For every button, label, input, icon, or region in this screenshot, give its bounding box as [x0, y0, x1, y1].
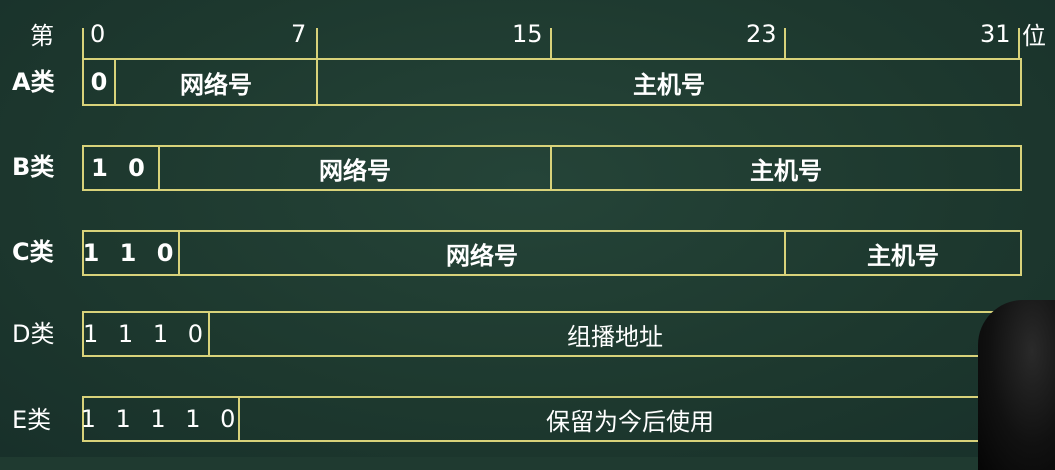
bit-position-23: 23	[746, 20, 777, 48]
class-c-prefix-bits: 1 1 0	[83, 232, 180, 274]
bit-position-31: 31	[980, 20, 1011, 48]
class-d-address-box: 1 1 1 0 组播地址	[82, 311, 1022, 357]
class-a-host-field: 主机号	[633, 70, 705, 99]
bit-position-15: 15	[512, 20, 543, 48]
bit-position-0: 0	[90, 20, 106, 48]
header-right-label: 位	[1022, 22, 1046, 50]
class-a-network-field: 网络号	[116, 60, 318, 104]
class-b-prefix-bits: 1 0	[84, 147, 160, 189]
class-a-prefix-bits: 0	[84, 60, 116, 104]
class-c-host-field: 主机号	[867, 241, 939, 270]
row-label-b: B类	[12, 153, 55, 181]
class-b-host-field: 主机号	[750, 156, 822, 185]
class-c-address-box: 1 1 0 网络号 主机号	[82, 230, 1022, 276]
class-b-network-field: 网络号	[160, 147, 552, 189]
tick-31	[1018, 28, 1020, 60]
blackboard: 第 位 0 7 15 23 31 A类 0 网络号 主机号 B类 1 0 网络号…	[0, 0, 1055, 470]
class-d-multicast-field: 组播地址	[567, 322, 663, 351]
tick-23	[784, 28, 786, 60]
class-d-prefix-bits: 1 1 1 0	[83, 313, 210, 355]
row-label-d: D类	[12, 320, 55, 348]
class-e-prefix-bits: 1 1 1 1 0	[81, 398, 240, 440]
class-e-reserved-field: 保留为今后使用	[546, 407, 714, 436]
class-e-address-box: 1 1 1 1 0 保留为今后使用	[81, 396, 1022, 442]
tick-0	[82, 28, 84, 60]
class-a-address-box: 0 网络号 主机号	[82, 58, 1022, 106]
presenter-silhouette	[978, 300, 1055, 470]
tick-7	[316, 28, 318, 60]
class-c-network-field: 网络号	[180, 232, 786, 274]
row-label-a: A类	[12, 68, 55, 96]
row-label-e: E类	[12, 406, 52, 434]
class-b-address-box: 1 0 网络号 主机号	[82, 145, 1022, 191]
row-label-c: C类	[12, 238, 54, 266]
bit-position-7: 7	[291, 20, 307, 48]
header-left-label: 第	[30, 22, 54, 50]
tick-15	[550, 28, 552, 60]
